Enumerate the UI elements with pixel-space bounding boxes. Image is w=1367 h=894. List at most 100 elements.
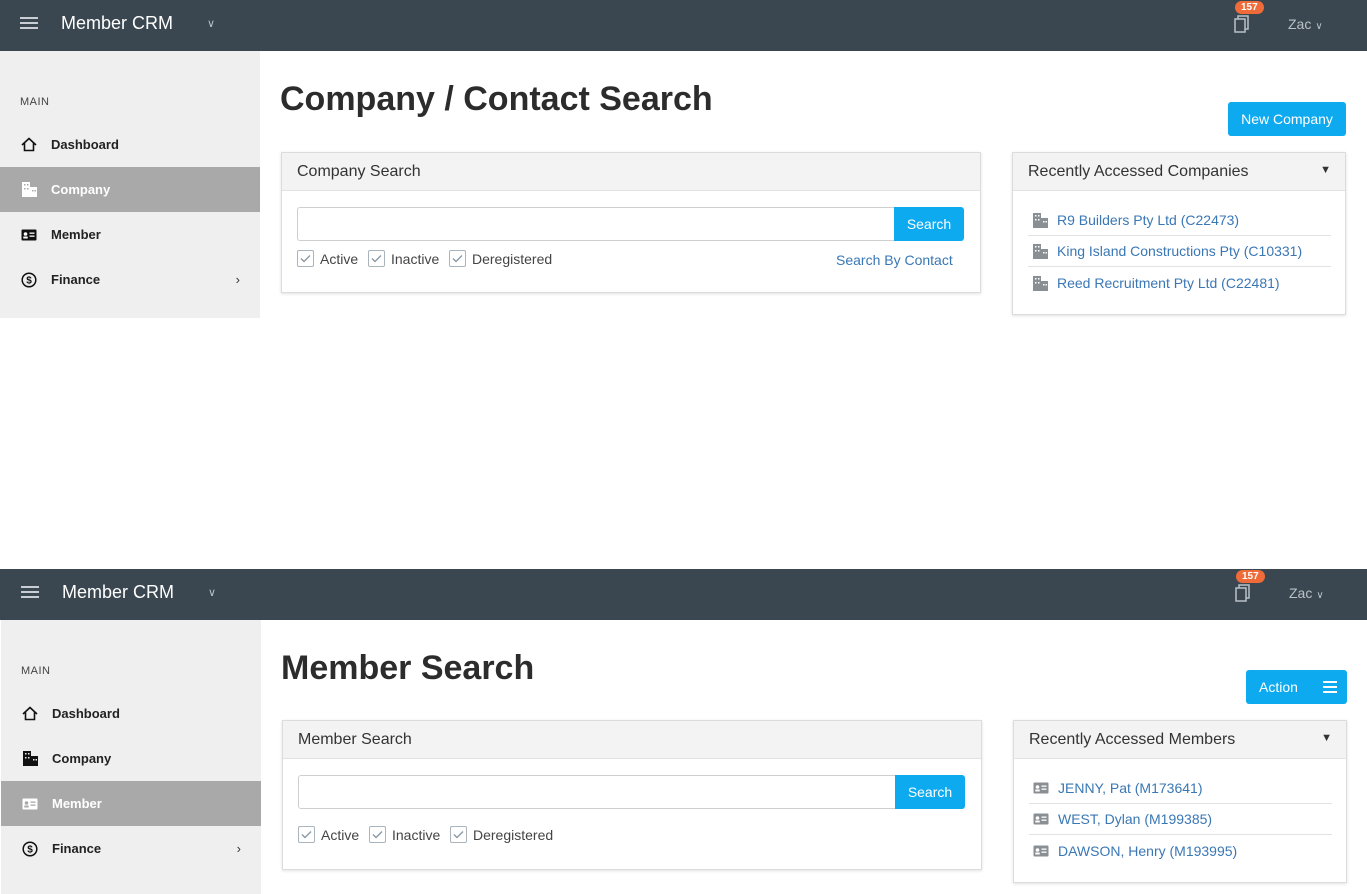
list-item[interactable]: JENNY, Pat (M173641): [1029, 773, 1332, 804]
dollar-icon: $: [21, 840, 39, 858]
search-by-contact-link[interactable]: Search By Contact: [836, 252, 953, 268]
home-icon: [20, 136, 38, 154]
checkbox-label: Active: [320, 250, 359, 267]
sidebar-item-company[interactable]: Company: [1, 736, 261, 781]
list-item[interactable]: WEST, Dylan (M199385): [1029, 804, 1332, 835]
svg-text:$: $: [26, 275, 32, 286]
id-card-icon: [21, 795, 39, 813]
building-icon: [20, 181, 38, 199]
search-input[interactable]: [298, 775, 895, 809]
id-card-icon: [1033, 811, 1051, 827]
deregistered-checkbox[interactable]: Deregistered: [449, 250, 552, 267]
action-button-label: Action: [1259, 679, 1298, 695]
recent-members-panel: Recently Accessed Members ▼ JENNY, Pat (…: [1013, 720, 1347, 883]
svg-text:$: $: [27, 844, 33, 855]
inactive-checkbox[interactable]: Inactive: [369, 826, 440, 843]
checkbox-label: Inactive: [391, 250, 440, 267]
menu-icon[interactable]: [21, 586, 39, 600]
checkmark-icon: [450, 826, 467, 843]
recent-panel-header: Recently Accessed Members ▼: [1014, 721, 1346, 759]
id-card-icon: [20, 226, 38, 244]
panel-title: Member Search: [283, 721, 981, 759]
building-icon: [1032, 212, 1050, 228]
deregistered-checkbox[interactable]: Deregistered: [450, 826, 553, 843]
checkbox-label: Deregistered: [472, 250, 553, 267]
recent-company-link[interactable]: King Island Constructions Pty (C10331): [1057, 243, 1302, 259]
recent-member-link[interactable]: WEST, Dylan (M199385): [1058, 811, 1212, 827]
member-search-panel: Member Search Search Active Inactive Der…: [282, 720, 982, 870]
menu-icon[interactable]: [20, 17, 38, 31]
sidebar-item-finance[interactable]: $ Finance ›: [1, 826, 261, 871]
recent-list: R9 Builders Pty Ltd (C22473) King Island…: [1028, 205, 1331, 298]
menu-lines-icon: [1323, 681, 1337, 693]
action-button[interactable]: Action: [1246, 670, 1347, 704]
notification-badge: 157: [1235, 1, 1264, 14]
checkmark-icon: [298, 826, 315, 843]
search-input[interactable]: [297, 207, 894, 241]
list-item[interactable]: DAWSON, Henry (M193995): [1029, 835, 1332, 866]
chevron-right-icon: ›: [235, 272, 240, 287]
notifications-icon[interactable]: [1234, 15, 1252, 33]
sidebar-item-company[interactable]: Company: [0, 167, 260, 212]
sidebar-item-dashboard[interactable]: Dashboard: [0, 122, 260, 167]
list-item[interactable]: R9 Builders Pty Ltd (C22473): [1028, 205, 1331, 236]
new-company-button[interactable]: New Company: [1228, 102, 1346, 136]
page-title: Company / Contact Search: [280, 80, 713, 118]
search-button[interactable]: Search: [895, 775, 965, 809]
id-card-icon: [1033, 780, 1051, 796]
recent-member-link[interactable]: DAWSON, Henry (M193995): [1058, 843, 1237, 859]
list-item[interactable]: Reed Recruitment Pty Ltd (C22481): [1028, 267, 1331, 298]
building-icon: [1032, 275, 1050, 291]
recent-member-link[interactable]: JENNY, Pat (M173641): [1058, 780, 1202, 796]
home-icon: [21, 705, 39, 723]
company-search-panel: Company Search Search Active Inactive De…: [281, 152, 981, 293]
sidebar-section-label: MAIN: [20, 96, 50, 108]
user-name: Zac: [1288, 16, 1312, 32]
notification-badge: 157: [1236, 570, 1265, 583]
app-title: Member CRM: [61, 13, 174, 33]
app-switcher-chevron-icon[interactable]: ∨: [208, 586, 216, 599]
notifications-icon[interactable]: [1235, 584, 1253, 602]
building-icon: [21, 750, 39, 768]
checkbox-label: Inactive: [392, 826, 441, 843]
app-switcher-chevron-icon[interactable]: ∨: [207, 17, 215, 30]
checkbox-label: Deregistered: [473, 826, 554, 843]
list-item[interactable]: King Island Constructions Pty (C10331): [1028, 236, 1331, 267]
checkmark-icon: [368, 250, 385, 267]
chevron-right-icon: ›: [236, 841, 241, 856]
collapse-icon[interactable]: ▼: [1320, 164, 1331, 176]
top-navbar: Member CRM ∨ 157 Zac ∨: [0, 0, 1367, 51]
sidebar-item-label: Company: [52, 751, 112, 766]
user-menu[interactable]: Zac ∨: [1288, 16, 1323, 32]
sidebar-item-dashboard[interactable]: Dashboard: [1, 691, 261, 736]
app-title: Member CRM: [62, 582, 175, 602]
sidebar-item-label: Member: [51, 227, 101, 242]
sidebar-item-label: Dashboard: [51, 137, 119, 152]
sidebar-item-member[interactable]: Member: [1, 781, 261, 826]
panel-title: Company Search: [282, 153, 980, 191]
company-search-screen: Member CRM ∨ 157 Zac ∨ MAIN Dashboard Com…: [0, 0, 1367, 452]
panel-title: Recently Accessed Members: [1029, 730, 1236, 748]
sidebar-item-finance[interactable]: $ Finance ›: [0, 257, 260, 302]
sidebar-item-label: Member: [52, 796, 102, 811]
top-navbar: Member CRM ∨ 157 Zac ∨: [0, 569, 1367, 620]
user-menu[interactable]: Zac ∨: [1289, 585, 1324, 601]
page-title: Member Search: [281, 649, 535, 687]
dollar-icon: $: [20, 271, 38, 289]
active-checkbox[interactable]: Active: [298, 826, 359, 843]
recent-company-link[interactable]: Reed Recruitment Pty Ltd (C22481): [1057, 275, 1280, 291]
sidebar-item-label: Finance: [51, 272, 101, 287]
id-card-icon: [1033, 843, 1051, 859]
search-button[interactable]: Search: [894, 207, 964, 241]
sidebar-item-member[interactable]: Member: [0, 212, 260, 257]
member-search-screen: Member CRM ∨ 157 Zac ∨ MAIN Dashboard Com…: [0, 569, 1367, 894]
checkmark-icon: [369, 826, 386, 843]
sidebar-section-label: MAIN: [21, 665, 51, 677]
active-checkbox[interactable]: Active: [297, 250, 358, 267]
sidebar: MAIN Dashboard Company Member $ Finance …: [0, 51, 260, 318]
inactive-checkbox[interactable]: Inactive: [368, 250, 439, 267]
sidebar: MAIN Dashboard Company Member $ Finance …: [1, 620, 261, 894]
recent-panel-header: Recently Accessed Companies ▼: [1013, 153, 1345, 191]
collapse-icon[interactable]: ▼: [1321, 732, 1332, 744]
recent-company-link[interactable]: R9 Builders Pty Ltd (C22473): [1057, 212, 1239, 228]
